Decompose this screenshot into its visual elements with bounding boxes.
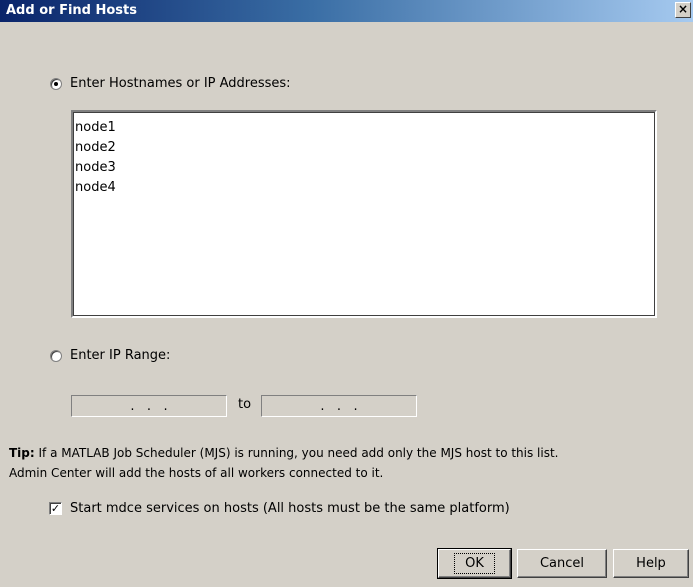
hostname-line: node1	[75, 120, 116, 135]
ip-range-to-field[interactable]: . . .	[261, 395, 417, 417]
tip-line-2: Admin Center will add the hosts of all w…	[9, 466, 384, 480]
start-mdce-checkbox[interactable]: ✓	[49, 502, 62, 515]
ip-range-from-field[interactable]: . . .	[71, 395, 227, 417]
ok-button-label: OK	[454, 553, 495, 574]
help-button-label: Help	[636, 556, 666, 571]
tip-label: Tip:	[9, 446, 35, 460]
hostnames-textarea[interactable]: node1 node2 node3 node4	[71, 110, 657, 318]
hostname-line: node3	[75, 160, 116, 175]
hostnames-radio-row[interactable]: Enter Hostnames or IP Addresses:	[50, 76, 291, 91]
hostname-line: node2	[75, 140, 116, 155]
radio-selected-dot	[54, 81, 58, 86]
ip-range-to-label: to	[238, 397, 252, 412]
cancel-button-label: Cancel	[539, 556, 585, 571]
window-title: Add or Find Hosts	[6, 3, 137, 18]
ip-range-radio[interactable]	[50, 349, 62, 362]
tip-text: Tip: If a MATLAB Job Scheduler (MJS) is …	[9, 443, 689, 483]
ip-range-radio-label: Enter IP Range:	[70, 348, 171, 363]
tip-line-1: If a MATLAB Job Scheduler (MJS) is runni…	[38, 446, 559, 460]
ok-button[interactable]: OK	[437, 548, 512, 579]
help-button[interactable]: Help	[613, 549, 689, 578]
ip-from-dots: . . .	[130, 398, 168, 414]
ip-range-radio-row[interactable]: Enter IP Range:	[50, 348, 170, 363]
check-icon: ✓	[50, 502, 61, 515]
hostname-line: node4	[75, 180, 116, 195]
cancel-button[interactable]: Cancel	[517, 549, 607, 578]
hostnames-radio[interactable]	[50, 77, 62, 90]
start-mdce-label: Start mdce services on hosts (All hosts …	[70, 501, 510, 516]
ip-to-dots: . . .	[320, 398, 358, 414]
title-bar: Add or Find Hosts ×	[0, 0, 693, 22]
hostnames-radio-label: Enter Hostnames or IP Addresses:	[70, 76, 291, 91]
close-button[interactable]: ×	[675, 2, 691, 18]
start-mdce-checkbox-row[interactable]: ✓ Start mdce services on hosts (All host…	[49, 501, 510, 516]
close-icon: ×	[677, 2, 689, 16]
